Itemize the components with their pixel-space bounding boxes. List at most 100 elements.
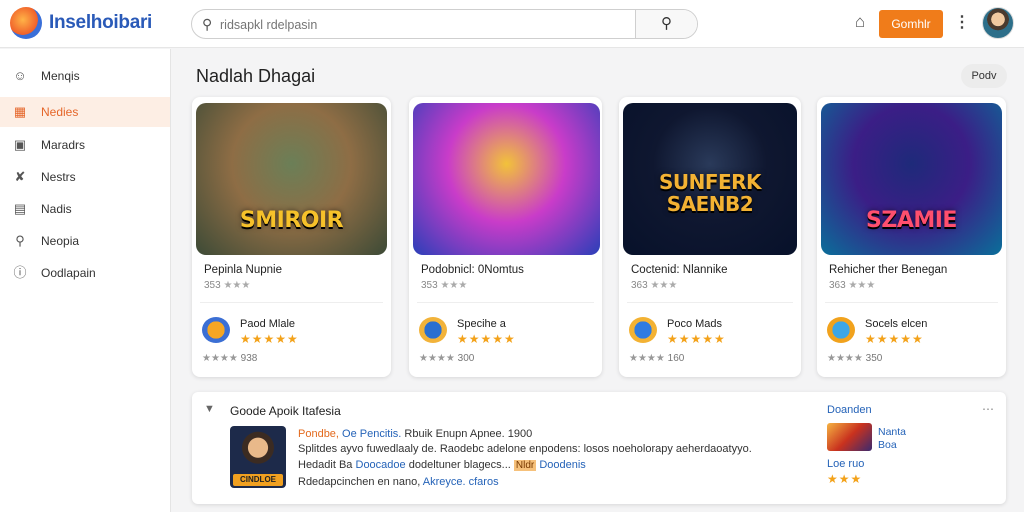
game-card[interactable]: Podobnicl: 0Nomtus 353 ★★★ Specihe a ★★★… — [409, 97, 602, 377]
related-text-2: Boa — [878, 439, 897, 451]
sidebar-item-5[interactable]: ▤ Nadis — [0, 194, 170, 224]
calendar-icon: ▦ — [13, 104, 27, 119]
game-art[interactable]: SMIROIR — [196, 103, 387, 255]
game-art[interactable] — [413, 103, 600, 255]
author-link[interactable]: Pondbe, — [298, 428, 339, 440]
search-icon: ⚲ — [15, 233, 25, 248]
rating-stars: ★★★★★ — [865, 332, 924, 346]
rating-stars: ★★★★★ — [667, 332, 726, 346]
info-icon: ⓘ — [13, 265, 27, 280]
game-card[interactable]: SUNFERK SAENB2 Coctenid: Nlannike 363 ★★… — [619, 97, 801, 377]
divider — [417, 302, 594, 303]
brand-name[interactable]: Inselhoibari — [49, 12, 152, 34]
related-subtitle[interactable]: Loe ruo — [827, 458, 864, 470]
related-thumbnail[interactable] — [827, 423, 872, 451]
mini-count: 938 — [240, 353, 258, 364]
game-art[interactable]: SUNFERK SAENB2 — [623, 103, 797, 255]
globe-badge-icon — [629, 317, 657, 343]
mini-count: 160 — [667, 353, 685, 364]
search-button[interactable]: ⚲ — [635, 10, 697, 38]
game-art[interactable]: SZAMIE — [821, 103, 1002, 255]
news-icon: ▤ — [13, 201, 27, 216]
sidebar-item-label: Maradrs — [41, 138, 86, 152]
rating-count: 353 — [421, 280, 438, 291]
section-title: Nadlah Dhagai — [196, 66, 316, 86]
divider — [825, 302, 998, 303]
rating-count: 353 — [204, 280, 221, 291]
sidebar-item-1[interactable]: ☺ Menqis — [0, 61, 170, 91]
sidebar-item-2[interactable]: ▦ Nedies — [0, 97, 170, 127]
item-title[interactable]: Poco Mads — [667, 318, 722, 330]
meta-text: Rdedapcinchen en nano, — [298, 476, 421, 488]
related-text: Nanta Boa — [878, 426, 906, 452]
chevron-down-icon[interactable]: ▼ — [204, 403, 215, 415]
user-icon: ☺ — [13, 68, 27, 83]
rating-stars-icon: ★★★ — [848, 280, 876, 291]
rating-count: 363 — [829, 280, 846, 291]
sidebar-item-label: Nedies — [41, 105, 79, 119]
rating-row: 353 ★★★ — [421, 280, 467, 291]
tag-badge[interactable]: Nldr — [513, 460, 537, 471]
sidebar: ☺ Menqis ▦ Nedies ▣ Maradrs ✘ Nestrs ▤ N… — [0, 49, 171, 512]
more-link[interactable]: Akreyce. cfaros — [423, 476, 499, 488]
game-art-title: SZAMIE — [866, 208, 957, 233]
box-icon: ▣ — [13, 137, 27, 152]
mini-rating: ★★★★ 160 — [629, 353, 684, 364]
mini-stars-icon: ★★★★ — [202, 353, 238, 364]
sidebar-item-7[interactable]: ⓘ Oodlapain — [0, 258, 170, 288]
rating-stars-icon: ★★★ — [650, 280, 678, 291]
game-name[interactable]: Podobnicl: 0Nomtus — [421, 264, 524, 276]
sidebar-item-4[interactable]: ✘ Nestrs — [0, 162, 170, 192]
rating-row: 363 ★★★ — [631, 280, 677, 291]
panel-line-4: Rdedapcinchen en nano, Akreyce. cfaros — [298, 476, 499, 488]
sidebar-item-label: Neopia — [41, 234, 80, 248]
game-name[interactable]: Pepinla Nupnie — [204, 264, 282, 276]
sidebar-item-label: Oodlapain — [41, 266, 96, 280]
rating-row: 363 ★★★ — [829, 280, 875, 291]
panel-line-3: Hedadit Ba Doocadoe dodeltuner blagecs..… — [298, 459, 586, 471]
panel-description: Splitdes ayvo fuwedlaaly de. Raodebc ade… — [298, 443, 752, 455]
mini-count: 350 — [865, 353, 883, 364]
game-card[interactable]: SMIROIR Pepinla Nupnie 353 ★★★ Paod Mlal… — [192, 97, 391, 377]
sidebar-item-6[interactable]: ⚲ Neopia — [0, 226, 170, 256]
rating-stars: ★★★★★ — [240, 332, 299, 346]
divider — [627, 302, 793, 303]
rating-stars: ★★★★★ — [457, 332, 516, 346]
search-input[interactable] — [220, 14, 620, 36]
item-title[interactable]: Specihe a — [457, 318, 506, 330]
game-name[interactable]: Rehicher ther Benegan — [829, 264, 947, 276]
view-all-button[interactable]: Podv — [961, 64, 1007, 88]
rating-row: 353 ★★★ — [204, 280, 250, 291]
thumbnail-label: CINDLOE — [233, 474, 283, 486]
home-icon[interactable]: ⌂ — [850, 12, 870, 34]
item-title[interactable]: Socels elcen — [865, 318, 927, 330]
more-vert-icon[interactable]: ⋮ — [954, 12, 970, 34]
related-stars: ★★★ — [827, 472, 863, 486]
category-link[interactable]: Oe Pencitis. — [342, 428, 401, 440]
chest-badge-icon — [419, 317, 447, 343]
sidebar-item-3[interactable]: ▣ Maradrs — [0, 130, 170, 160]
game-name[interactable]: Coctenid: Nlannike — [631, 264, 728, 276]
tag-link[interactable]: Doodenis — [539, 459, 585, 471]
meta-text: dodeltuner blagecs... — [408, 459, 511, 471]
tools-icon: ✘ — [14, 169, 26, 184]
meta-text: Rbuik Enupn Apnee. — [404, 428, 505, 440]
primary-cta-button[interactable]: Gomhlr — [879, 10, 943, 38]
search-bar: ⚲ ⚲ — [191, 9, 698, 39]
item-title[interactable]: Paod Mlale — [240, 318, 295, 330]
star-badge-icon — [827, 317, 855, 343]
game-art-title: SUNFERK SAENB2 — [658, 170, 762, 216]
divider — [200, 302, 383, 303]
meta-text: Hedadit Ba — [298, 459, 353, 471]
mini-count: 300 — [457, 353, 475, 364]
mini-stars-icon: ★★★★ — [827, 353, 863, 364]
app-logo[interactable] — [10, 7, 42, 39]
game-card[interactable]: SZAMIE Rehicher ther Benegan 363 ★★★ Soc… — [817, 97, 1006, 377]
rating-count: 363 — [631, 280, 648, 291]
tag-link[interactable]: Doocadoe — [356, 459, 406, 471]
user-avatar[interactable] — [982, 7, 1014, 39]
featured-panel: ▼ Goode Apoik Itafesia CINDLOE Pondbe, O… — [192, 392, 1006, 504]
more-horiz-icon[interactable]: ⋯ — [982, 402, 994, 416]
rating-stars-icon: ★★★ — [223, 280, 251, 291]
related-label[interactable]: Doanden — [827, 404, 872, 416]
